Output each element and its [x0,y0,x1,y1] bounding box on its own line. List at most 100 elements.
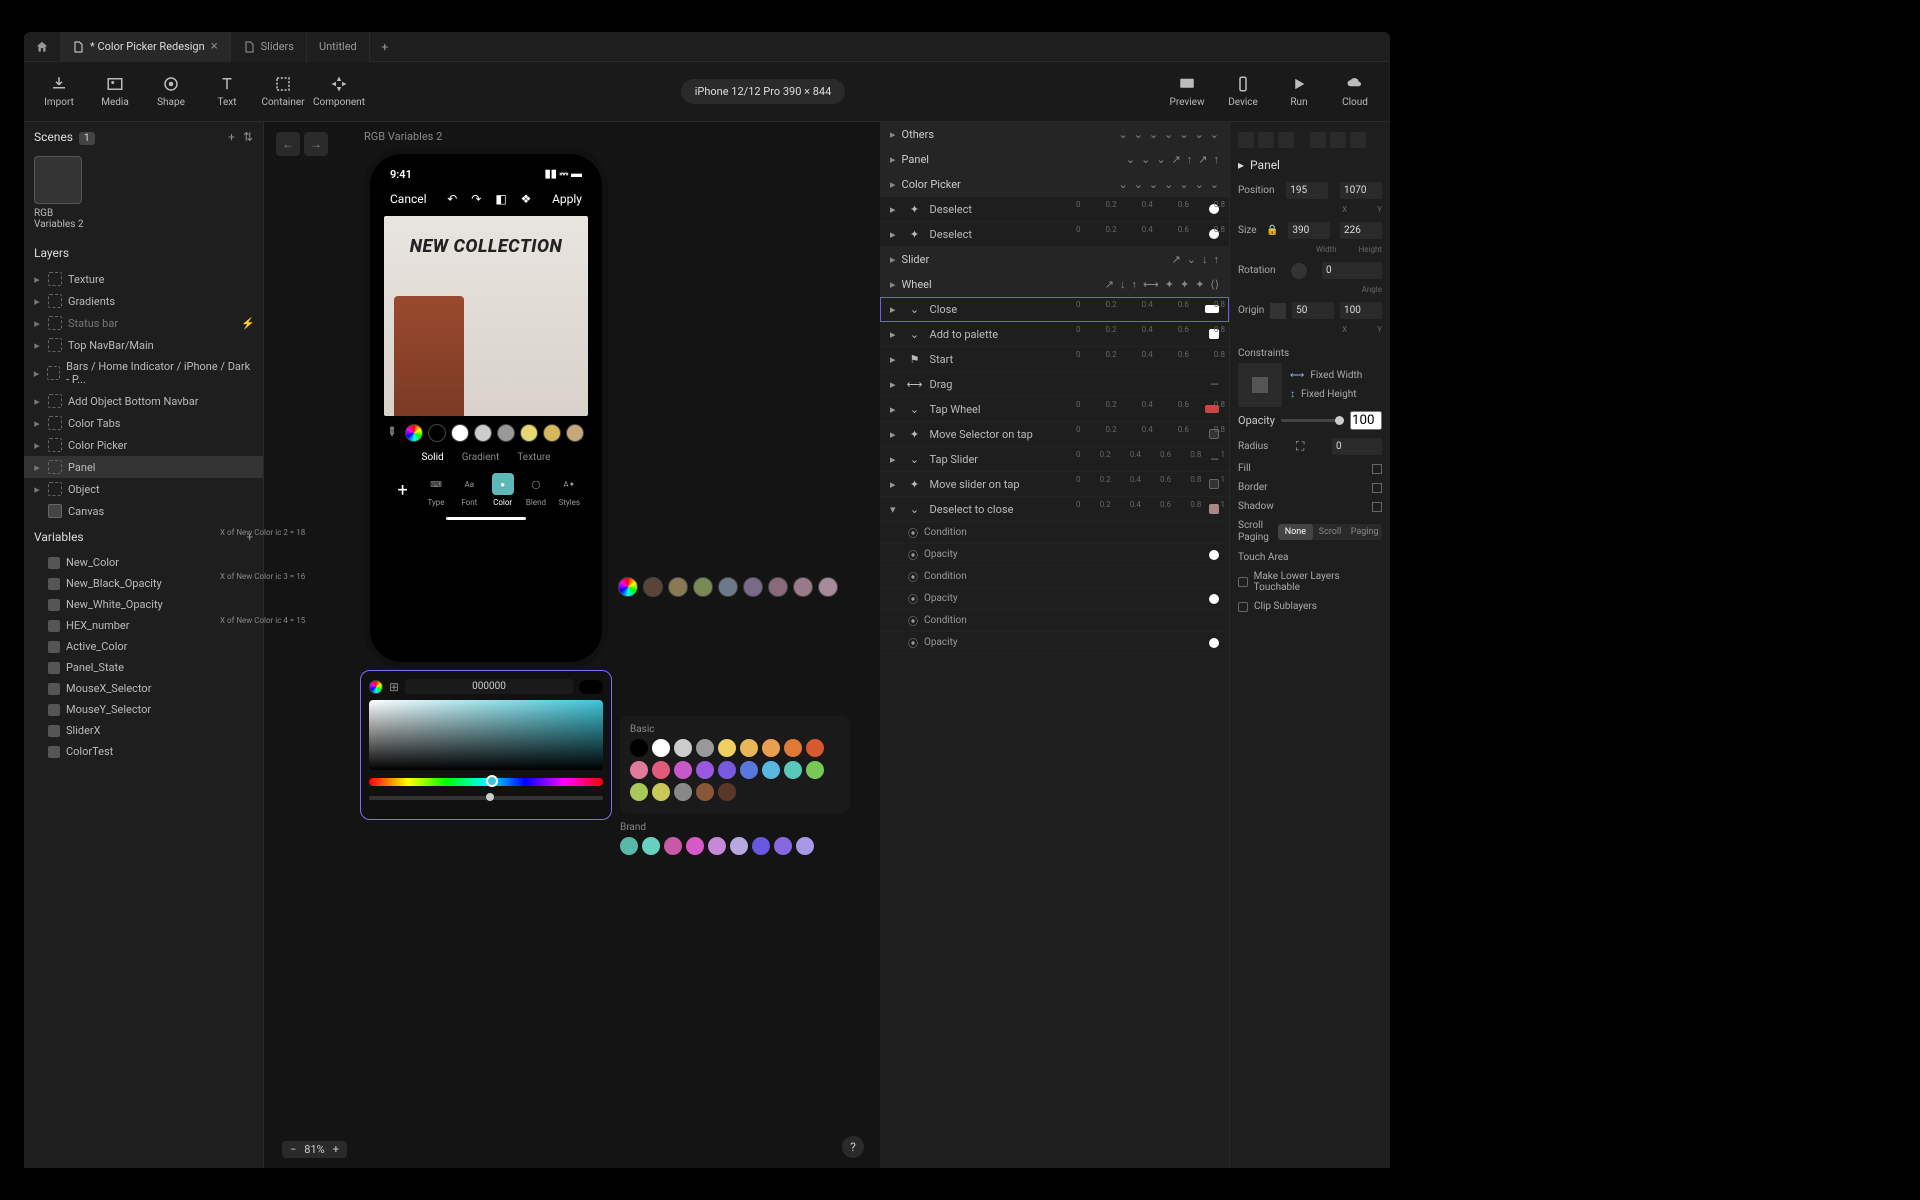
color-picker-panel[interactable]: ⊞ 000000 [360,670,612,820]
eyedropper-icon[interactable]: ✎ [383,423,403,443]
color-swatch[interactable] [686,837,704,855]
align-right[interactable] [1278,132,1294,148]
color-swatch[interactable] [718,783,736,801]
variable-row[interactable]: New_White_Opacity [24,594,263,615]
tab-color-picker-redesign[interactable]: * Color Picker Redesign × [60,32,231,62]
constraint-diagram[interactable] [1238,363,1282,407]
layer-row[interactable]: ▸Object [24,478,263,500]
align-middle[interactable] [1330,132,1346,148]
color-swatch[interactable] [497,424,515,442]
layer-row[interactable]: ▸Bars / Home Indicator / iPhone / Dark -… [24,356,263,390]
color-swatch[interactable] [806,761,824,779]
hue-slider[interactable] [369,778,603,786]
color-swatch[interactable] [630,761,648,779]
layer-row[interactable]: ▸Gradients [24,290,263,312]
color-swatch[interactable] [740,761,758,779]
layer-row[interactable]: ▸Status bar⚡ [24,312,263,334]
color-swatch[interactable] [664,837,682,855]
opacity-slider[interactable] [369,796,603,800]
variable-row[interactable]: SliderX [24,720,263,741]
section-panel[interactable]: ▸Panel⌄⌄⌄↗↑↗↑ [880,147,1229,172]
redo-icon[interactable]: ↷ [471,192,481,206]
zoom-out-button[interactable]: − [290,1143,296,1156]
undo-icon[interactable]: ↶ [447,192,457,206]
color-swatch[interactable] [743,577,763,597]
help-button[interactable]: ? [842,1136,864,1158]
add-scene-button[interactable]: + [228,130,235,144]
animation-row[interactable]: ▸⟷Drag— [880,372,1229,397]
variable-row[interactable]: New_Color [24,552,263,573]
position-y-input[interactable] [1340,182,1382,199]
color-swatch[interactable] [762,761,780,779]
radius-icon[interactable]: ⛶ [1296,439,1304,454]
close-icon[interactable]: × [211,39,218,54]
section-wheel[interactable]: ▸Wheel↗↓↑⟷✦✦✦⟨⟩ [880,272,1229,297]
variable-row[interactable]: Panel_State [24,657,263,678]
color-swatch[interactable] [474,424,492,442]
scroll-paging-segment[interactable]: NoneScrollPaging [1278,524,1382,540]
opacity-slider[interactable] [1281,419,1344,422]
color-swatch[interactable] [696,761,714,779]
color-swatch[interactable] [806,739,824,757]
cloud-button[interactable]: Cloud [1330,68,1380,116]
tab-gradient[interactable]: Gradient [462,452,500,463]
color-swatch[interactable] [784,739,802,757]
color-swatch[interactable] [652,761,670,779]
color-swatch[interactable] [668,577,688,597]
opacity-row[interactable]: ⦿Opacity [880,632,1229,654]
blend-tool[interactable]: ◯Blend [525,473,547,507]
run-button[interactable]: Run [1274,68,1324,116]
hex-value[interactable]: 000000 [405,679,573,694]
canvas[interactable]: ← → RGB Variables 2 9:41 ▮▮ ⎓ ▬ Cancel ↶ [264,122,880,1168]
animation-row[interactable]: ▸✦Move slider on tap00.20.40.60.81 [880,472,1229,497]
layer-row[interactable]: ▸Color Picker [24,434,263,456]
variable-row[interactable]: MouseX_Selector [24,678,263,699]
device-size-pill[interactable]: iPhone 12/12 Pro 390 × 844 [681,79,846,104]
radius-input[interactable] [1332,438,1382,455]
layer-row[interactable]: ▸Add Object Bottom Navbar [24,390,263,412]
shadow-checkbox[interactable] [1372,502,1382,512]
cancel-button[interactable]: Cancel [390,192,427,206]
saturation-brightness-area[interactable] [369,700,603,770]
color-swatch[interactable] [696,739,714,757]
make-lower-touchable-checkbox[interactable]: Make Lower Layers Touchable [1238,567,1382,597]
width-input[interactable] [1288,222,1330,239]
section-others[interactable]: ▸Others⌄⌄⌄⌄⌄⌄⌄ [880,122,1229,147]
color-swatch[interactable] [674,761,692,779]
preview-button[interactable]: Preview [1162,68,1212,116]
grid-icon[interactable]: ⊞ [389,680,399,694]
tab-untitled[interactable]: Untitled [307,32,370,62]
fixed-height-label[interactable]: Fixed Height [1301,389,1357,400]
color-swatch[interactable] [762,739,780,757]
opacity-row[interactable]: ⦿Opacity [880,588,1229,610]
layers-icon[interactable]: ❖ [521,192,532,206]
animation-row[interactable]: ▾⌄Deselect to close00.20.40.60.81 [880,497,1229,522]
animation-row[interactable]: ▸✦Deselect00.20.40.60.8 [880,197,1229,222]
position-x-input[interactable] [1286,182,1328,199]
color-wheel-icon[interactable] [405,424,423,442]
color-swatch[interactable] [774,837,792,855]
height-input[interactable] [1340,222,1382,239]
back-button[interactable]: ← [276,132,300,156]
color-swatch[interactable] [696,783,714,801]
zoom-control[interactable]: − 81% + [282,1141,347,1158]
color-swatch[interactable] [652,783,670,801]
color-swatch[interactable] [543,424,561,442]
media-button[interactable]: Media [90,68,140,116]
tab-sliders[interactable]: Sliders [231,32,307,62]
color-swatch[interactable] [718,577,738,597]
condition-row[interactable]: ⦿ConditionX of New Color ic 4 = 15 [880,610,1229,632]
apply-button[interactable]: Apply [552,192,582,206]
device-button[interactable]: Device [1218,68,1268,116]
animation-row[interactable]: ▸⌄Tap Wheel00.20.40.60.8 [880,397,1229,422]
opacity-input[interactable] [1350,411,1382,430]
lock-icon[interactable]: 🔒 [1266,225,1278,236]
component-button[interactable]: Component [314,68,364,116]
border-checkbox[interactable] [1372,483,1382,493]
rotation-input[interactable] [1322,262,1382,279]
text-button[interactable]: Text [202,68,252,116]
color-swatch[interactable] [768,577,788,597]
clip-sublayers-checkbox[interactable]: Clip Sublayers [1238,597,1382,616]
color-wheel-icon[interactable] [618,577,638,597]
color-swatch[interactable] [630,739,648,757]
